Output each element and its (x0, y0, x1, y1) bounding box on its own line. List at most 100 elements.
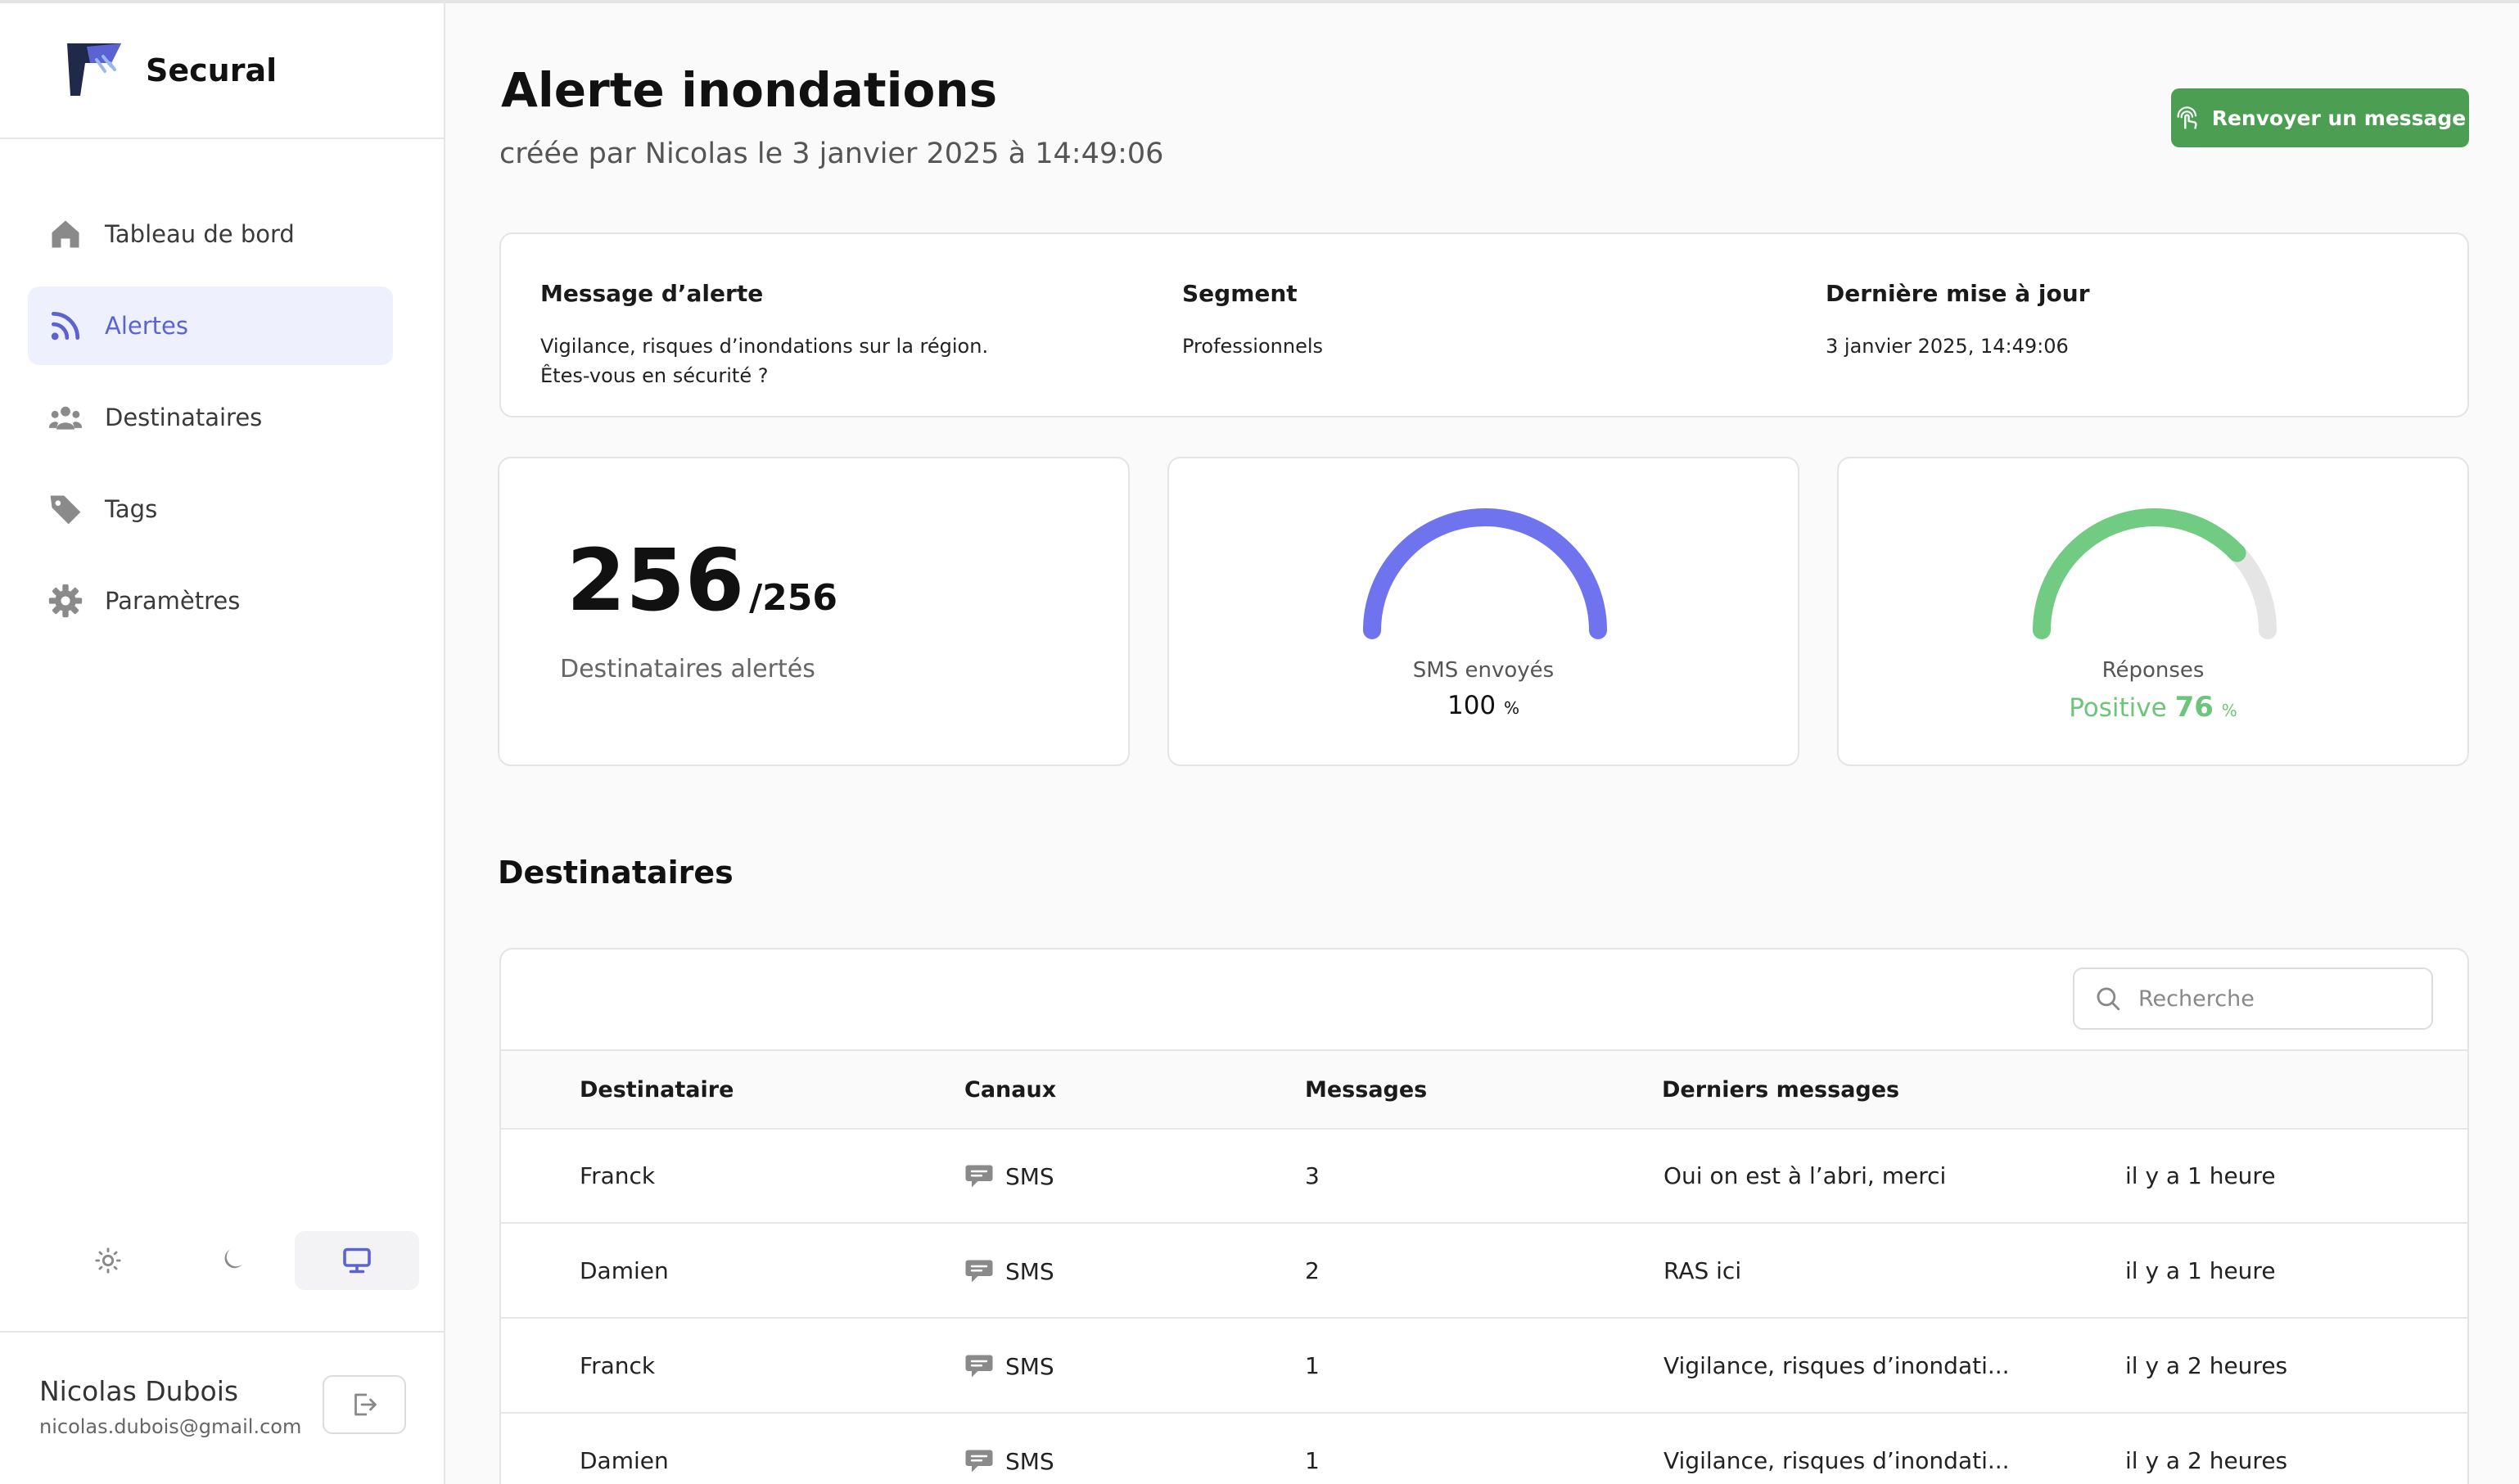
column-header-recipient[interactable]: Destinataire (580, 1077, 734, 1103)
last-message-time: il y a 1 heure (2125, 1162, 2276, 1189)
alert-message-label: Message d’alerte (540, 280, 764, 307)
gauge-fill (1363, 508, 1607, 639)
responses-stat-card: Réponses Positive 76 % (1837, 457, 2469, 766)
recipient-name: Damien (580, 1447, 669, 1474)
responses-prefix: Positive (2069, 693, 2167, 723)
channel-label: SMS (1005, 1447, 1054, 1475)
page-subtitle: créée par Nicolas le 3 janvier 2025 à 14… (499, 138, 1164, 170)
channel-label: SMS (1005, 1257, 1054, 1285)
moon-icon (224, 1249, 242, 1269)
column-header-channels[interactable]: Canaux (964, 1077, 1056, 1103)
theme-light-button[interactable] (46, 1231, 170, 1290)
sidebar-item-label: Paramètres (105, 587, 241, 615)
message-icon (965, 1450, 993, 1473)
user-panel: Nicolas Dubois nicolas.dubois@gmail.com (0, 1331, 444, 1484)
last-message-time: il y a 1 heure (2125, 1257, 2276, 1284)
alert-message-line: Êtes-vous en sécurité ? (540, 364, 769, 387)
search-input[interactable] (2138, 986, 2417, 1012)
message-count: 3 (1305, 1162, 1320, 1189)
channel-cell: SMS (964, 1162, 1054, 1190)
secural-logo-icon (67, 43, 121, 96)
page-title: Alerte inondations (501, 62, 998, 118)
responses-gauge-value: Positive 76 % (1839, 691, 2467, 724)
recipients-count: 256/256 (567, 530, 837, 630)
theme-dark-button[interactable] (170, 1231, 295, 1290)
last-message: RAS ici (1664, 1257, 1742, 1284)
sidebar-item-label: Tags (105, 495, 158, 523)
sidebar-item-alerts[interactable]: Alertes (28, 286, 393, 365)
recipients-section-title: Destinataires (498, 855, 734, 891)
table-row[interactable]: Franck SMS 1 Vigilance, risques d’inondati.… (501, 1319, 2467, 1414)
resend-message-button[interactable]: Renvoyer un message (2171, 88, 2469, 147)
message-icon (965, 1260, 993, 1283)
responses-percent-unit: % (2221, 701, 2237, 720)
responses-percent: 76 (2174, 691, 2214, 724)
segment-value: Professionnels (1182, 335, 1324, 358)
recipients-count-value: 256 (567, 530, 745, 630)
brand[interactable]: Secural (0, 3, 444, 139)
monitor-icon (343, 1247, 371, 1274)
sidebar: Secural Tableau de bord Alertes Destinat… (0, 0, 445, 1484)
sms-percent-unit: % (1504, 698, 1520, 718)
last-update-value: 3 janvier 2025, 14:49:06 (1826, 335, 2069, 358)
recipient-name: Franck (580, 1162, 656, 1189)
search-icon (2097, 987, 2120, 1011)
sidebar-item-settings[interactable]: Paramètres (28, 562, 393, 640)
message-count: 2 (1305, 1257, 1320, 1284)
rss-icon (47, 308, 84, 344)
table-row[interactable]: Damien SMS 1 Vigilance, risques d’inondati.… (501, 1414, 2467, 1484)
channel-cell: SMS (964, 1352, 1054, 1380)
resend-message-label: Renvoyer un message (2211, 106, 2467, 130)
recipient-name: Damien (580, 1257, 669, 1284)
alert-message-value: Vigilance, risques d’inondations sur la … (540, 332, 988, 390)
responses-gauge-label: Réponses (2101, 658, 2205, 683)
table-row[interactable]: Damien SMS 2 RAS ici il y a 1 heure (501, 1225, 2467, 1319)
last-update-label: Dernière mise à jour (1826, 280, 2090, 307)
theme-switch (46, 1231, 419, 1290)
sms-gauge-label: SMS envoyés (1412, 658, 1555, 683)
segment-block: Segment Professionnels (1182, 280, 1323, 361)
users-icon (47, 399, 84, 435)
channel-label: SMS (1005, 1162, 1054, 1190)
sms-gauge-value: 100 % (1169, 691, 1798, 720)
home-icon (47, 216, 84, 252)
sidebar-item-dashboard[interactable]: Tableau de bord (28, 195, 393, 273)
alert-info-card: Message d’alerte Vigilance, risques d’in… (499, 232, 2469, 417)
last-message-time: il y a 2 heures (2125, 1447, 2288, 1474)
alert-message-line: Vigilance, risques d’inondations sur la … (540, 335, 989, 358)
last-message: Vigilance, risques d’inondati... (1664, 1447, 2010, 1474)
sidebar-item-recipients[interactable]: Destinataires (28, 378, 393, 457)
sms-percent: 100 (1447, 691, 1497, 720)
recipients-caption: Destinataires alertés (560, 655, 815, 683)
column-header-last-messages[interactable]: Derniers messages (1662, 1077, 1899, 1103)
sidebar-item-label: Destinataires (105, 404, 263, 431)
gauge-fill (2033, 508, 2246, 639)
channel-cell: SMS (964, 1257, 1054, 1285)
segment-label: Segment (1182, 280, 1298, 307)
sms-gauge (1363, 508, 1607, 639)
last-message-time: il y a 2 heures (2125, 1352, 2288, 1379)
theme-system-button[interactable] (295, 1231, 419, 1290)
main-content: Alerte inondations créée par Nicolas le … (445, 0, 2519, 1484)
tag-icon (47, 491, 84, 527)
touch-icon (2177, 106, 2197, 129)
message-icon (965, 1355, 993, 1378)
last-message: Oui on est à l’abri, merci (1664, 1162, 1947, 1189)
logout-button[interactable] (323, 1375, 406, 1434)
search-box[interactable] (2073, 968, 2433, 1030)
recipients-count-total: /256 (749, 577, 838, 619)
table-row[interactable]: Franck SMS 3 Oui on est à l’abri, merci il y… (501, 1130, 2467, 1224)
logout-icon (354, 1393, 377, 1416)
sidebar-item-tags[interactable]: Tags (28, 470, 393, 548)
sidebar-item-label: Alertes (105, 312, 188, 340)
last-message: Vigilance, risques d’inondati... (1664, 1352, 2010, 1379)
message-count: 1 (1305, 1447, 1320, 1474)
recipients-stat-card: 256/256 Destinataires alertés (498, 457, 1130, 766)
alert-message-block: Message d’alerte Vigilance, risques d’in… (540, 280, 988, 390)
gauge-track (2228, 544, 2277, 639)
column-header-messages[interactable]: Messages (1305, 1077, 1427, 1103)
last-update-block: Dernière mise à jour 3 janvier 2025, 14:… (1826, 280, 2090, 361)
channel-label: SMS (1005, 1352, 1054, 1380)
recipients-table-card: Destinataire Canaux Messages Derniers me… (499, 948, 2469, 1484)
gear-icon (47, 583, 84, 619)
